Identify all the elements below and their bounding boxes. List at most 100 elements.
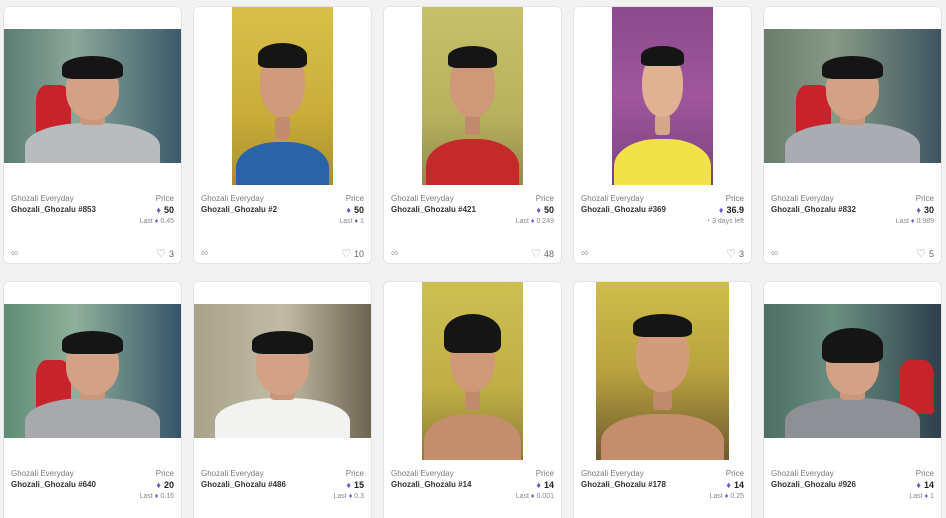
ethereum-icon: ♦ [156,205,161,215]
price-label: Price [155,194,174,203]
nft-card-info: Ghozali Everyday Ghozali_Ghozalu #421 Pr… [384,185,561,263]
ethereum-icon: ♦ [916,205,921,215]
nft-photo[interactable] [764,29,941,163]
nft-photo[interactable] [4,29,181,163]
link-icon[interactable]: ∞ [11,248,18,259]
last-sale: Last ♦ 0.249 [515,218,554,225]
auction-time-left: ◔ 3 days left [705,218,744,225]
nft-card-info: Ghozali Everyday Ghozali_Ghozalu #14 Pri… [384,460,561,518]
last-sale: Last ♦ 1 [339,218,364,225]
nft-card[interactable]: Ghozali Everyday Ghozali_Ghozalu #640 Pr… [3,281,182,518]
like-button[interactable]: ♡ 10 [341,247,364,260]
nft-card[interactable]: Ghozali Everyday Ghozali_Ghozalu #926 Pr… [763,281,942,518]
nft-card[interactable]: Ghozali Everyday Ghozali_Ghozalu #369 Pr… [573,6,752,264]
nft-image-frame [4,282,181,460]
nft-card-info: Ghozali Everyday Ghozali_Ghozalu #832 Pr… [764,185,941,263]
price-label: Price [345,194,364,203]
collection-name[interactable]: Ghozali Everyday [581,194,644,203]
collection-name[interactable]: Ghozali Everyday [11,194,74,203]
nft-photo[interactable] [194,304,371,438]
ethereum-icon: ♦ [910,218,915,225]
nft-image-frame [574,282,751,460]
collection-name[interactable]: Ghozali Everyday [391,469,454,478]
token-name[interactable]: Ghozali_Ghozalu #178 [581,480,666,489]
collection-name[interactable]: Ghozali Everyday [581,469,644,478]
token-name[interactable]: Ghozali_Ghozalu #853 [11,205,96,214]
price-value: ♦ 50 [346,205,364,215]
heart-icon: ♡ [531,248,541,260]
price-value: ♦ 50 [156,205,174,215]
price-value: ♦ 50 [536,205,554,215]
token-name[interactable]: Ghozali_Ghozalu #486 [201,480,286,489]
collection-name[interactable]: Ghozali Everyday [771,194,834,203]
nft-card[interactable]: Ghozali Everyday Ghozali_Ghozalu #832 Pr… [763,6,942,264]
heart-icon: ♡ [341,248,351,260]
ethereum-icon: ♦ [348,493,353,500]
token-name[interactable]: Ghozali_Ghozalu #640 [11,480,96,489]
nft-card-info: Ghozali Everyday Ghozali_Ghozalu #369 Pr… [574,185,751,263]
nft-card-info: Ghozali Everyday Ghozali_Ghozalu #178 Pr… [574,460,751,518]
nft-image-frame [384,282,561,460]
ethereum-icon: ♦ [536,205,541,215]
nft-card[interactable]: Ghozali Everyday Ghozali_Ghozalu #421 Pr… [383,6,562,264]
price-value: ♦ 14 [726,480,744,490]
token-name[interactable]: Ghozali_Ghozalu #421 [391,205,476,214]
clock-icon: ◔ [705,218,711,225]
nft-photo[interactable] [764,304,941,438]
price-value: ♦ 14 [916,480,934,490]
nft-image-frame [194,282,371,460]
collection-name[interactable]: Ghozali Everyday [391,194,454,203]
price-value: ♦ 15 [346,480,364,490]
ethereum-icon: ♦ [346,480,351,490]
link-icon[interactable]: ∞ [581,248,588,259]
token-name[interactable]: Ghozali_Ghozalu #14 [391,480,471,489]
collection-name[interactable]: Ghozali Everyday [771,469,834,478]
last-sale: Last ♦ 0.16 [139,493,174,500]
like-button[interactable]: ♡ 48 [531,247,554,260]
link-icon[interactable]: ∞ [391,248,398,259]
ethereum-icon: ♦ [154,493,159,500]
nft-photo[interactable] [612,7,713,185]
ethereum-icon: ♦ [156,480,161,490]
nft-photo[interactable] [232,7,333,185]
nft-photo[interactable] [422,282,523,460]
last-sale: Last ♦ 1 [909,493,934,500]
nft-photo[interactable] [4,304,181,438]
token-name[interactable]: Ghozali_Ghozalu #926 [771,480,856,489]
price-value: ♦ 14 [536,480,554,490]
token-name[interactable]: Ghozali_Ghozalu #832 [771,205,856,214]
last-sale: Last ♦ 0.25 [709,493,744,500]
like-button[interactable]: ♡ 3 [726,247,744,260]
token-name[interactable]: Ghozali_Ghozalu #369 [581,205,666,214]
price-label: Price [725,469,744,478]
token-name[interactable]: Ghozali_Ghozalu #2 [201,205,277,214]
nft-card-info: Ghozali Everyday Ghozali_Ghozalu #2 Pric… [194,185,371,263]
price-label: Price [155,469,174,478]
nft-card-info: Ghozali Everyday Ghozali_Ghozalu #853 Pr… [4,185,181,263]
ethereum-icon: ♦ [530,218,535,225]
price-label: Price [535,194,554,203]
ethereum-icon: ♦ [924,493,929,500]
nft-image-frame [384,7,561,185]
ethereum-icon: ♦ [354,218,359,225]
last-sale: Last ♦ 0.989 [895,218,934,225]
collection-name[interactable]: Ghozali Everyday [201,469,264,478]
nft-image-frame [194,7,371,185]
like-button[interactable]: ♡ 3 [156,247,174,260]
ethereum-icon: ♦ [346,205,351,215]
like-button[interactable]: ♡ 5 [916,247,934,260]
nft-card[interactable]: Ghozali Everyday Ghozali_Ghozalu #486 Pr… [193,281,372,518]
nft-card[interactable]: Ghozali Everyday Ghozali_Ghozalu #2 Pric… [193,6,372,264]
link-icon[interactable]: ∞ [771,248,778,259]
last-sale: Last ♦ 0.001 [515,493,554,500]
heart-icon: ♡ [726,248,736,260]
nft-card[interactable]: Ghozali Everyday Ghozali_Ghozalu #853 Pr… [3,6,182,264]
nft-card[interactable]: Ghozali Everyday Ghozali_Ghozalu #178 Pr… [573,281,752,518]
link-icon[interactable]: ∞ [201,248,208,259]
nft-photo[interactable] [422,7,523,185]
nft-card[interactable]: Ghozali Everyday Ghozali_Ghozalu #14 Pri… [383,281,562,518]
nft-photo[interactable] [596,282,729,460]
collection-name[interactable]: Ghozali Everyday [11,469,74,478]
collection-name[interactable]: Ghozali Everyday [201,194,264,203]
nft-image-frame [4,7,181,185]
